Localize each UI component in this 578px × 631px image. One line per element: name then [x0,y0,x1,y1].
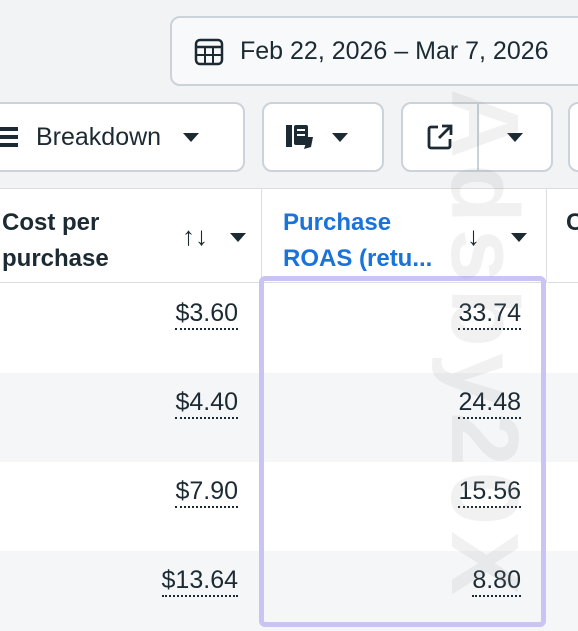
column-label-line: C [566,209,578,236]
chevron-down-icon[interactable] [511,233,527,242]
table-row[interactable]: $4.40 24.48 [0,373,578,462]
cost-per-purchase-cell[interactable]: $3.60 [175,298,238,330]
date-range-label: Feb 22, 2026 – Mar 7, 2026 [240,36,549,65]
export-button[interactable] [403,104,479,170]
reports-icon [286,125,313,149]
table-row[interactable]: $7.90 15.56 [0,462,578,551]
column-header-next[interactable]: C [548,189,578,283]
column-label-line: Cost per [2,209,100,236]
date-range-picker[interactable]: Feb 22, 2026 – Mar 7, 2026 [170,16,578,86]
column-label-line: ROAS (retu... [283,245,433,272]
chevron-down-icon[interactable] [230,233,246,242]
list-icon [0,127,18,147]
sort-desc-icon[interactable]: ↓ [467,221,480,251]
ads-table: Cost per purchase ↑↓ Purchase ROAS (retu… [0,188,578,631]
column-label-line: Purchase [283,209,392,236]
column-label-line: purchase [2,245,109,272]
chevron-down-icon [507,132,523,142]
cost-per-purchase-cell[interactable]: $7.90 [175,476,238,508]
breakdown-dropdown[interactable]: Breakdown [0,102,245,172]
chevron-down-icon [183,132,200,142]
column-header-purchase-roas[interactable]: Purchase ROAS (retu... ↓ [263,189,547,283]
export-icon [427,124,453,150]
table-row[interactable]: $13.64 8.80 [0,551,578,631]
column-header-cost-per-purchase[interactable]: Cost per purchase ↑↓ [0,189,262,283]
purchase-roas-cell[interactable]: 8.80 [472,565,521,597]
chevron-down-icon [332,132,348,142]
reports-dropdown[interactable] [262,102,384,172]
breakdown-label: Breakdown [36,122,162,151]
table-row[interactable]: $3.60 33.74 [0,284,578,373]
export-menu-button[interactable] [479,104,551,170]
sort-icon[interactable]: ↑↓ [182,221,208,251]
purchase-roas-cell[interactable]: 24.48 [458,387,521,419]
calendar-icon [194,38,224,66]
purchase-roas-cell[interactable]: 33.74 [458,298,521,330]
purchase-roas-cell[interactable]: 15.56 [458,476,521,508]
cost-per-purchase-cell[interactable]: $4.40 [175,387,238,419]
cost-per-purchase-cell[interactable]: $13.64 [161,565,238,597]
export-split-button[interactable] [401,102,553,172]
toolbar-overflow-button[interactable] [568,102,578,172]
